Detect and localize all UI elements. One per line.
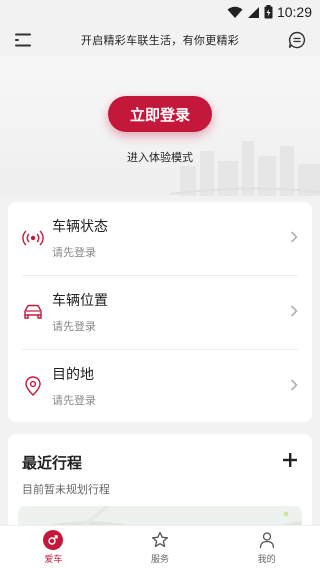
list-item-vehicle-location[interactable]: 车辆位置 请先登录 (8, 276, 312, 348)
list-item-subtitle: 请先登录 (52, 394, 96, 407)
recent-trips-subtitle: 目前暂未规划行程 (22, 483, 110, 496)
user-icon (257, 530, 277, 550)
list-item-title: 目的地 (52, 367, 94, 383)
car-tab-icon (43, 530, 64, 550)
wifi-icon (227, 6, 243, 18)
header-slogan: 开启精彩车联生活，有你更精彩 (80, 34, 240, 47)
tab-label: 爱车 (44, 555, 63, 565)
battery-icon (264, 5, 273, 19)
recent-trips-card: 最近行程 目前暂未规划行程 (8, 434, 312, 534)
chevron-right-icon (290, 379, 298, 391)
tab-service[interactable]: 服务 (107, 526, 214, 569)
tab-label: 我的 (257, 555, 276, 565)
list-item-subtitle: 请先登录 (52, 320, 96, 333)
car-icon (24, 304, 42, 319)
list-item-title: 车辆位置 (52, 293, 108, 309)
bottom-tab-bar: 爱车 服务 我的 (0, 525, 320, 569)
list-item-title: 车辆状态 (52, 219, 108, 235)
location-pin-icon (25, 376, 41, 396)
chevron-right-icon (290, 305, 298, 317)
list-item-vehicle-status[interactable]: 车辆状态 请先登录 (8, 202, 312, 274)
recent-trips-title: 最近行程 (22, 454, 83, 472)
list-item-destination[interactable]: 目的地 请先登录 (8, 350, 312, 422)
signal-icon (22, 230, 44, 246)
tab-car[interactable]: 爱车 (0, 526, 107, 569)
status-icons (227, 5, 273, 19)
app-header: 开启精彩车联生活，有你更精彩 (0, 24, 320, 56)
status-bar: 10:29 (0, 0, 320, 24)
status-time: 10:29 (276, 4, 312, 20)
messages-button[interactable] (286, 29, 308, 51)
menu-icon (15, 33, 31, 47)
login-button[interactable]: 立即登录 (108, 96, 212, 132)
cellular-icon (247, 6, 259, 18)
demo-mode-link[interactable]: 进入体验模式 (0, 149, 320, 165)
star-icon (150, 530, 170, 550)
add-trip-button[interactable] (280, 450, 300, 470)
tab-label: 服务 (151, 555, 170, 565)
list-item-subtitle: 请先登录 (52, 246, 96, 259)
message-icon (288, 31, 306, 49)
chevron-right-icon (290, 231, 298, 243)
menu-button[interactable] (12, 29, 34, 51)
vehicle-info-card: 车辆状态 请先登录 车辆位置 请先登录 目的地 请先登录 (8, 202, 312, 422)
tab-profile[interactable]: 我的 (213, 526, 320, 569)
